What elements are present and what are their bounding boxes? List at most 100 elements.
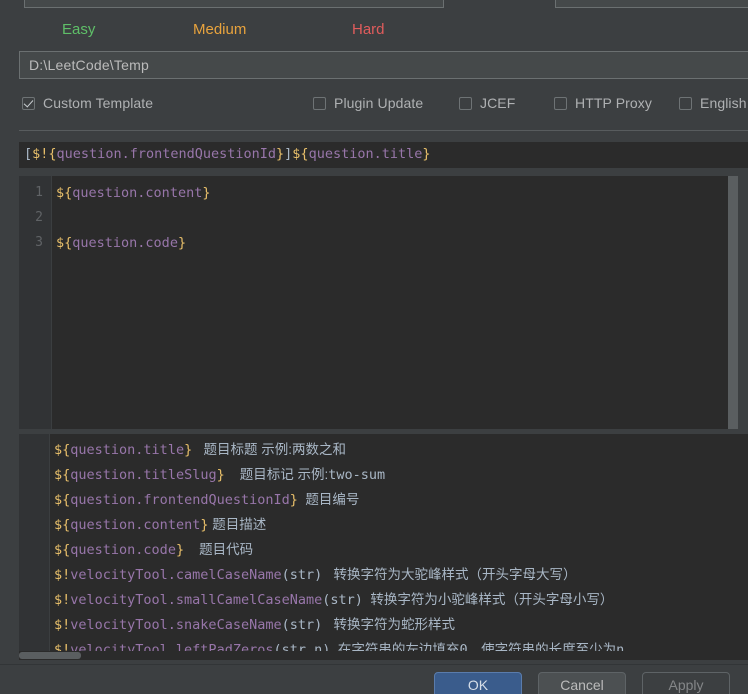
difficulty-label-hard[interactable]: Hard (352, 17, 385, 43)
hint-5-token-1: velocityTool.camelCaseName (70, 567, 282, 583)
hint-7-token-0: $! (54, 617, 71, 633)
hint-0-token-3: } (184, 442, 193, 458)
template-code-editor[interactable]: 1 ${question.content} 2 3 ${question.code} (19, 176, 738, 429)
hints-gutter-divider (49, 434, 50, 660)
hint-description: 转换字符为小驼峰样式（开头字母小写） (362, 592, 614, 607)
hint-0-token-2: question.title (70, 442, 185, 458)
hint-line: $!velocityTool.smallCamelCaseName(str) 转… (54, 587, 613, 612)
checkbox-custom-template-label: Custom Template (43, 95, 154, 111)
checkbox-plugin-update-box[interactable] (313, 96, 326, 110)
difficulty-row: Easy Medium Hard (0, 17, 748, 43)
hint-2-token-0: $ (54, 492, 63, 508)
apply-button[interactable]: Apply (642, 672, 730, 694)
temp-file-path-value: D:\LeetCode\Temp (29, 57, 149, 73)
filename-template-field[interactable]: [$!{question.frontendQuestionId}]${quest… (19, 142, 748, 168)
hint-description: 题目标记 示例: (224, 467, 329, 482)
hint-5-token-2: ( (281, 567, 290, 583)
checkbox-http-proxy[interactable]: HTTP Proxy (554, 90, 652, 116)
ok-button[interactable]: OK (434, 672, 522, 694)
hint-description: 转换字符为大驼峰样式（开头字母大写） (322, 567, 577, 582)
hint-description: 题目编号 (297, 492, 360, 507)
velocity-variable-hints-panel[interactable]: ${question.title} 题目标题 示例:两数之和 ${question… (19, 434, 748, 660)
top-text-field-right[interactable] (555, 0, 748, 8)
filename-template-token-1: $! (32, 146, 49, 162)
hint-line: ${question.titleSlug} 题目标记 示例:two-sum (54, 462, 385, 487)
options-checkbox-row: Custom Template Plugin Update JCEF HTTP … (0, 90, 748, 116)
code-line-0-token-0: $ (56, 185, 65, 201)
checkbox-english-box[interactable] (679, 96, 692, 110)
hints-gutter (19, 434, 49, 660)
settings-dialog: Easy Medium Hard D:\LeetCode\Temp Custom… (0, 0, 748, 694)
hint-6-token-4: ) (354, 592, 363, 608)
code-line-0-token-3: } (202, 185, 211, 201)
hint-4-token-2: question.code (70, 542, 176, 558)
checkbox-http-proxy-label: HTTP Proxy (575, 95, 652, 111)
checkbox-jcef-label: JCEF (480, 95, 516, 111)
editor-vertical-scrollbar[interactable] (728, 176, 738, 429)
hint-2-token-2: question.frontendQuestionId (70, 492, 290, 508)
dialog-button-bar: OK Cancel Apply (0, 664, 748, 694)
code-line: 2 (19, 207, 738, 232)
hint-description: 题目标题 示例:两数之和 (192, 442, 346, 457)
checkbox-jcef-box[interactable] (459, 96, 472, 110)
difficulty-label-easy[interactable]: Easy (62, 17, 95, 43)
code-line-2-token-2: question.code (72, 235, 178, 251)
hint-description: 转换字符为蛇形样式 (322, 617, 456, 632)
hint-6-token-0: $! (54, 592, 71, 608)
hint-2-token-3: } (289, 492, 298, 508)
hint-3-token-0: $ (54, 517, 63, 533)
code-line: 1 ${question.content} (19, 182, 738, 207)
filename-template-token-9: } (422, 146, 431, 162)
hint-1-token-2: question.titleSlug (70, 467, 217, 483)
hint-description: 题目代码 (184, 542, 254, 557)
checkbox-english[interactable]: English (679, 90, 747, 116)
hint-3-token-2: question.content (70, 517, 201, 533)
hint-description: 题目描述 (208, 517, 267, 532)
top-text-field-left[interactable] (24, 0, 444, 8)
checkbox-plugin-update-label: Plugin Update (334, 95, 424, 111)
hint-7-token-1: velocityTool.snakeCaseName (70, 617, 282, 633)
code-line-2-token-3: } (177, 235, 187, 251)
hint-6-token-3: str (330, 592, 355, 608)
temp-file-path-input[interactable]: D:\LeetCode\Temp (19, 51, 748, 79)
checkbox-custom-template-box[interactable] (22, 96, 35, 110)
filename-template-token-7: { (300, 146, 309, 162)
button-bar-divider (0, 664, 748, 665)
hints-horizontal-scrollbar[interactable] (19, 651, 748, 660)
checkbox-plugin-update[interactable]: Plugin Update (313, 90, 423, 116)
checkbox-jcef[interactable]: JCEF (459, 90, 515, 116)
filename-template-token-4: } (276, 146, 285, 162)
hint-line: ${question.frontendQuestionId} 题目编号 (54, 487, 359, 512)
hint-7-token-3: str (289, 617, 315, 633)
code-line-text: ${question.content} (56, 185, 210, 201)
checkbox-http-proxy-box[interactable] (554, 96, 567, 110)
hint-0-token-0: $ (54, 442, 63, 458)
checkbox-custom-template[interactable]: Custom Template (22, 90, 153, 116)
hint-line: ${question.content} 题目描述 (54, 512, 266, 537)
hint-6-token-1: velocityTool.smallCamelCaseName (70, 592, 323, 608)
hint-line: ${question.code} 题目代码 (54, 537, 253, 562)
filename-template-token-8: question.title (308, 146, 423, 162)
code-line-number: 2 (35, 210, 43, 225)
checkbox-english-label: English (700, 95, 747, 111)
code-line-0-token-2: question.content (72, 185, 203, 201)
hint-line: ${question.title} 题目标题 示例:两数之和 (54, 437, 346, 462)
editor-separator (19, 130, 748, 131)
hint-line: $!velocityTool.snakeCaseName(str) 转换字符为蛇… (54, 612, 455, 637)
filename-template-token-3: question.frontendQuestionId (56, 146, 276, 162)
code-line-number: 3 (35, 235, 43, 250)
code-line: 3 ${question.code} (19, 232, 738, 257)
hint-4-token-0: $ (54, 542, 63, 558)
difficulty-label-medium[interactable]: Medium (193, 17, 246, 43)
hint-5-token-3: str (289, 567, 315, 583)
clipped-left-glyph: ) (0, 118, 2, 140)
cancel-button[interactable]: Cancel (538, 672, 626, 694)
hint-line: $!velocityTool.camelCaseName(str) 转换字符为大… (54, 562, 577, 587)
code-line-text: ${question.code} (56, 235, 186, 251)
hint-5-token-0: $! (54, 567, 71, 583)
hint-1-token-0: $ (54, 467, 63, 483)
hint-description-mono: two-sum (328, 467, 386, 483)
filename-template-text: [$!{question.frontendQuestionId}]${quest… (24, 146, 431, 162)
filename-template-token-0: [ (24, 146, 33, 162)
hints-horizontal-scrollbar-thumb[interactable] (19, 652, 81, 659)
